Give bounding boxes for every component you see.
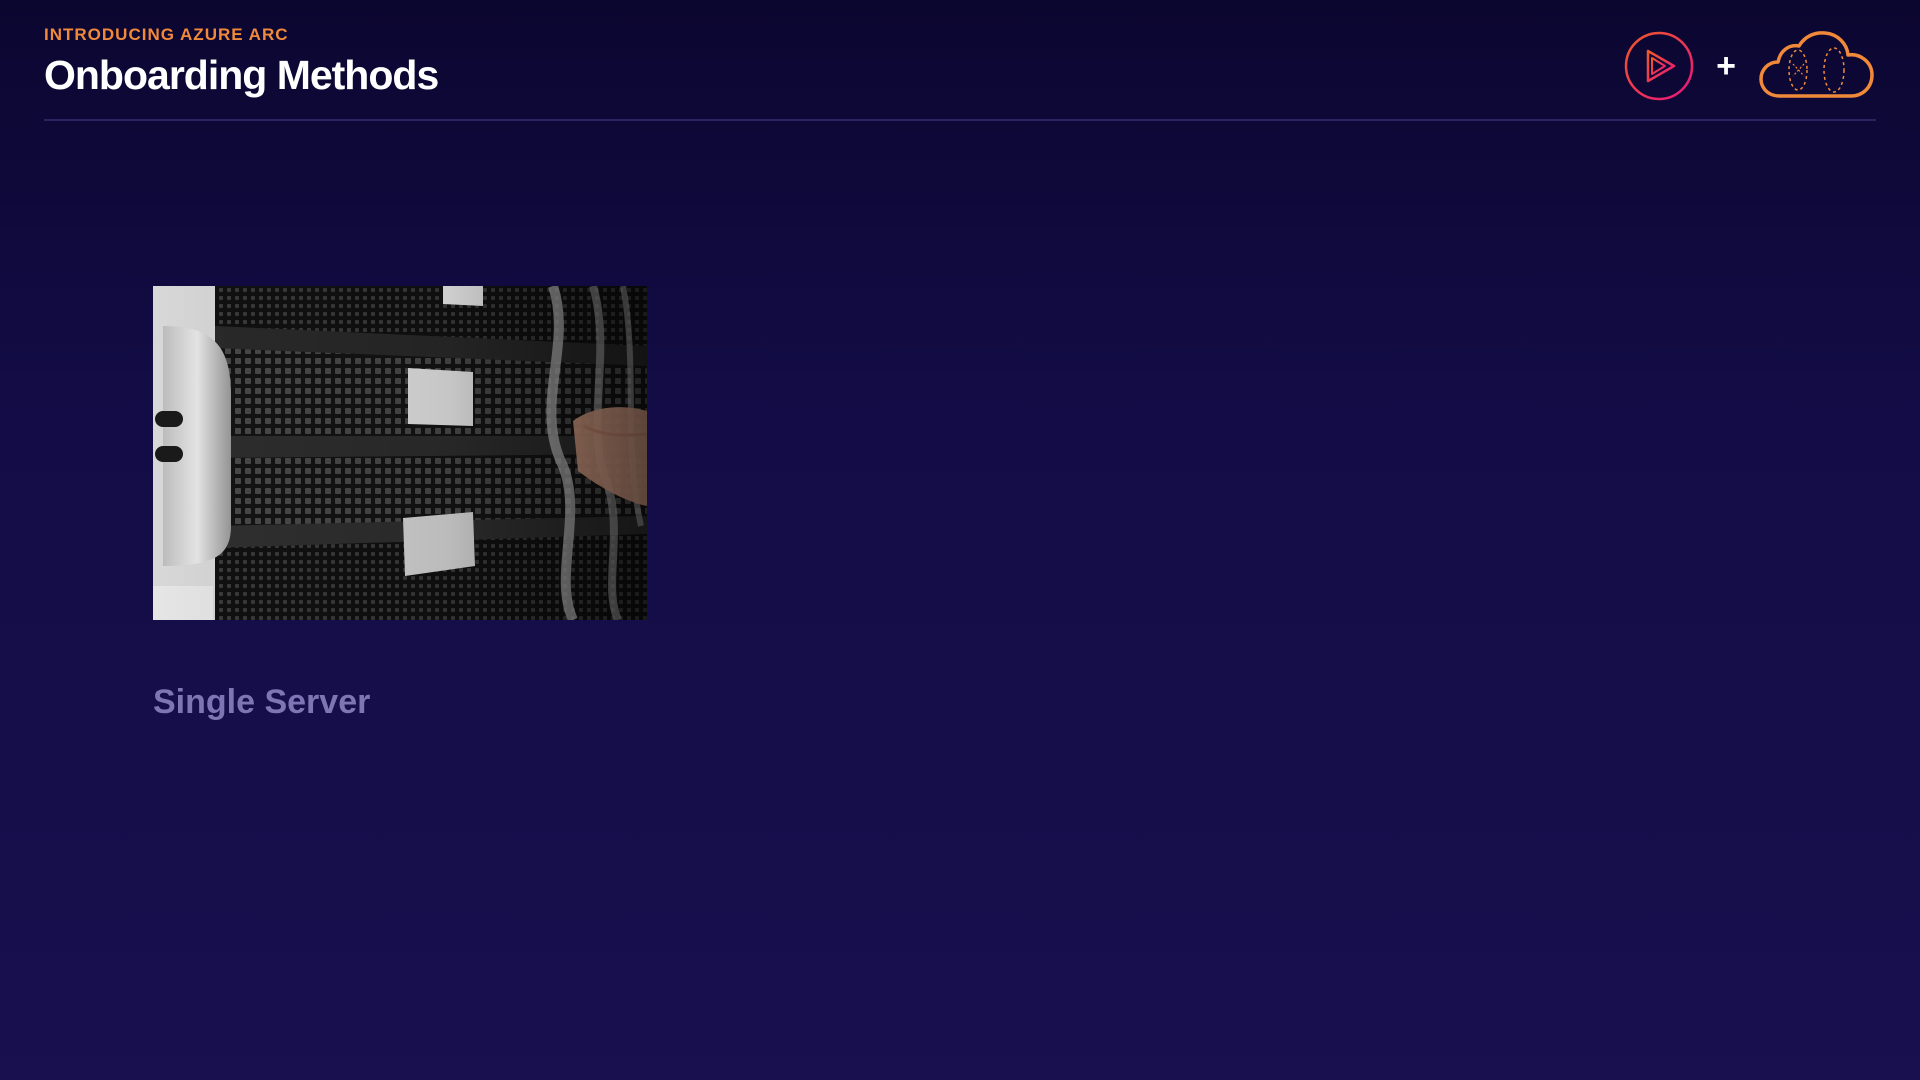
slide-header: INTRODUCING AZURE ARC Onboarding Methods [44,24,439,98]
card-caption: Single Server [153,683,371,721]
page-title: Onboarding Methods [44,52,439,98]
logo-group: + [1624,30,1876,102]
onboarding-method-card: Single Server [153,286,647,722]
plus-sign: + [1716,47,1736,85]
section-eyebrow: INTRODUCING AZURE ARC [44,25,289,44]
cloud-icon [1759,31,1874,98]
header-divider [44,119,1876,121]
pluralsight-play-icon [1624,31,1694,101]
server-rack-photo [153,286,647,620]
